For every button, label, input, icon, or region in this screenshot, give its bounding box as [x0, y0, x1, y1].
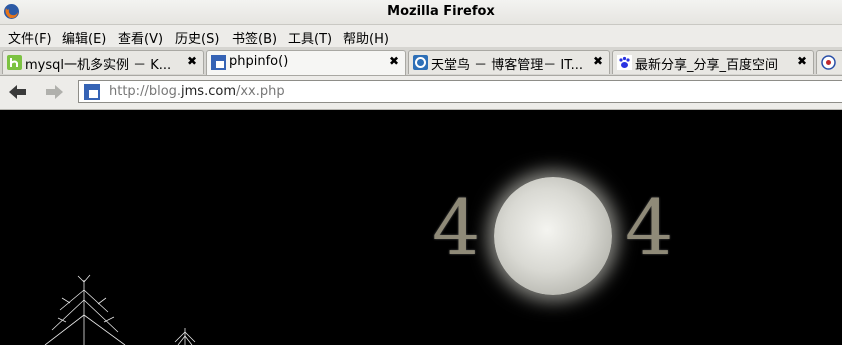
- window-title: Mozilla Firefox: [387, 4, 495, 19]
- navigation-toolbar: http://blog.jms.com/xx.php: [0, 76, 842, 110]
- forward-arrow-icon[interactable]: [43, 82, 65, 102]
- tab-overflow[interactable]: [816, 50, 842, 74]
- url-path: /xx.php: [235, 84, 285, 99]
- menu-history[interactable]: 历史(S): [173, 28, 221, 47]
- menu-bookmarks[interactable]: 书签(B): [230, 28, 279, 47]
- tab-phpinfo[interactable]: phpinfo() ✖: [206, 50, 406, 75]
- error-digit-right: 4: [625, 183, 674, 272]
- close-tab-icon[interactable]: ✖: [389, 54, 399, 68]
- tab-cnblogs[interactable]: 天堂鸟 － 博客管理－ IT... ✖: [408, 50, 610, 74]
- back-arrow-icon[interactable]: [7, 82, 29, 102]
- c-favicon-icon: [413, 55, 428, 70]
- url-text[interactable]: http://blog.jms.com/xx.php: [109, 84, 285, 99]
- menu-tools[interactable]: 工具(T): [286, 28, 334, 47]
- window-titlebar: Mozilla Firefox: [0, 0, 842, 25]
- tab-label: phpinfo(): [229, 54, 289, 69]
- page-content: 4 4: [0, 110, 842, 345]
- menu-edit[interactable]: 编辑(E): [60, 28, 108, 47]
- round-favicon-icon: [821, 55, 836, 70]
- menu-file[interactable]: 文件(F): [6, 28, 54, 47]
- close-tab-icon[interactable]: ✖: [797, 54, 807, 68]
- close-tab-icon[interactable]: ✖: [593, 54, 603, 68]
- moon-image: [494, 177, 612, 295]
- site-favicon-icon: [211, 55, 226, 70]
- error-digit-left: 4: [432, 183, 481, 272]
- address-bar[interactable]: http://blog.jms.com/xx.php: [78, 80, 842, 103]
- url-prefix: http://blog.: [109, 84, 182, 99]
- tab-baidu[interactable]: 最新分享_分享_百度空间 ✖: [612, 50, 814, 74]
- tab-mysql[interactable]: mysql一机多实例 － K... ✖: [2, 50, 204, 74]
- url-host: jms.com: [181, 84, 236, 99]
- tab-label: 天堂鸟 － 博客管理－ IT...: [431, 58, 584, 73]
- tab-label: 最新分享_分享_百度空间: [635, 58, 779, 73]
- menu-bar: 文件(F) 编辑(E) 查看(V) 历史(S) 书签(B) 工具(T) 帮助(H…: [0, 25, 842, 47]
- menu-help[interactable]: 帮助(H): [341, 28, 391, 47]
- site-favicon-icon: [84, 84, 100, 100]
- trees-silhouette-image: [44, 274, 196, 345]
- tab-label: mysql一机多实例 － K...: [25, 58, 172, 73]
- menu-view[interactable]: 查看(V): [116, 28, 165, 47]
- close-tab-icon[interactable]: ✖: [187, 54, 197, 68]
- tab-bar: mysql一机多实例 － K... ✖ phpinfo() ✖ 天堂鸟 － 博客…: [0, 47, 842, 76]
- hao-favicon-icon: [7, 55, 22, 70]
- baidu-paw-icon: [617, 55, 632, 70]
